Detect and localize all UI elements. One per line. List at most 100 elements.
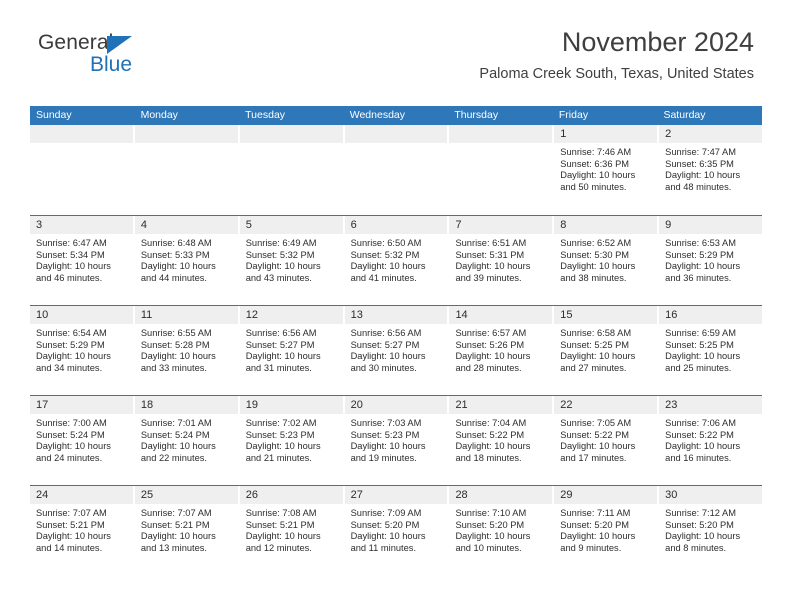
calendar-day-cell[interactable]: 16 Sunrise: 6:59 AM Sunset: 5:25 PM Dayligh… [659,306,763,395]
calendar-day-cell[interactable]: 18 Sunrise: 7:01 AM Sunset: 5:24 PM Dayligh… [134,396,240,485]
sunrise-text: Sunrise: 6:55 AM [140,328,212,338]
sunrise-text: Sunrise: 7:10 AM [455,508,527,518]
daylight-text: Daylight: 10 hours and 41 minutes. [350,261,426,283]
sunset-text: Sunset: 5:32 PM [245,249,315,260]
day-number-band: 25 [134,486,238,504]
sunrise-text: Sunrise: 7:01 AM [140,418,212,428]
calendar-day-cell[interactable]: 8 Sunrise: 6:52 AM Sunset: 5:30 PM Daylight… [554,216,660,305]
daylight-text: Daylight: 10 hours and 10 minutes. [455,531,531,553]
day-number-band: 13 [344,306,448,324]
weekday-header-monday: Monday [140,109,178,121]
sunrise-text: Sunrise: 6:56 AM [245,328,317,338]
day-number-band: 28 [449,486,553,504]
calendar-week-row: 1 Sunrise: 7:46 AM Sunset: 6:36 PM Daylight… [30,125,763,215]
calendar-day-cell[interactable]: 24 Sunrise: 7:07 AM Sunset: 5:21 PM Dayligh… [30,486,135,575]
day-number: 4 [140,219,147,231]
sunrise-text: Sunrise: 7:07 AM [36,508,107,518]
day-details: Sunrise: 7:11 AM Sunset: 5:20 PM Daylight:… [554,504,657,554]
sunset-text: Sunset: 5:29 PM [36,339,105,350]
general-blue-logo[interactable]: General Blue [38,32,158,78]
calendar-week-row: 17 Sunrise: 7:00 AM Sunset: 5:24 PM Dayligh… [30,395,763,485]
page-title: November 2024 [561,27,754,57]
sunrise-text: Sunrise: 6:50 AM [350,238,422,248]
calendar-day-cell[interactable]: 11 Sunrise: 6:55 AM Sunset: 5:28 PM Dayligh… [134,306,240,395]
day-number: 7 [455,219,462,231]
calendar-week-row: 10 Sunrise: 6:54 AM Sunset: 5:29 PM Dayligh… [30,305,763,395]
calendar-day-cell[interactable]: 15 Sunrise: 6:58 AM Sunset: 5:25 PM Dayligh… [554,306,660,395]
calendar-day-cell[interactable]: 3 Sunrise: 6:47 AM Sunset: 5:34 PM Daylight… [30,216,135,305]
calendar-day-cell[interactable]: 19 Sunrise: 7:02 AM Sunset: 5:23 PM Dayligh… [239,396,345,485]
day-details: Sunrise: 7:00 AM Sunset: 5:24 PM Daylight:… [30,414,133,464]
daylight-text: Daylight: 10 hours and 13 minutes. [140,531,216,553]
calendar-day-cell[interactable]: 20 Sunrise: 7:03 AM Sunset: 5:23 PM Dayligh… [344,396,450,485]
calendar-day-cell[interactable]: 27 Sunrise: 7:09 AM Sunset: 5:20 PM Dayligh… [344,486,450,575]
sunset-text: Sunset: 5:20 PM [455,519,525,530]
calendar-day-cell[interactable]: 14 Sunrise: 6:57 AM Sunset: 5:26 PM Dayligh… [449,306,555,395]
sunrise-text: Sunrise: 6:57 AM [455,328,527,338]
day-details: Sunrise: 7:02 AM Sunset: 5:23 PM Daylight:… [240,414,343,464]
sunset-text: Sunset: 5:25 PM [665,339,734,350]
day-number: 8 [560,219,567,231]
calendar-day-cell[interactable]: 26 Sunrise: 7:08 AM Sunset: 5:21 PM Dayligh… [239,486,345,575]
calendar-day-cell[interactable]: 6 Sunrise: 6:50 AM Sunset: 5:32 PM Daylight… [344,216,450,305]
daylight-text: Daylight: 10 hours and 30 minutes. [350,351,426,373]
weekday-header-row: Sunday Monday Tuesday Wednesday Thursday… [30,106,762,125]
day-number-band: 29 [554,486,658,504]
calendar-day-cell-empty [30,125,135,215]
calendar-day-cell[interactable]: 1 Sunrise: 7:46 AM Sunset: 6:36 PM Daylight… [554,125,660,215]
day-details: Sunrise: 7:46 AM Sunset: 6:36 PM Daylight:… [554,143,657,193]
day-number: 16 [665,309,678,321]
calendar-day-cell[interactable]: 5 Sunrise: 6:49 AM Sunset: 5:32 PM Daylight… [239,216,345,305]
calendar-day-cell[interactable]: 22 Sunrise: 7:05 AM Sunset: 5:22 PM Dayligh… [554,396,660,485]
calendar-day-cell[interactable]: 25 Sunrise: 7:07 AM Sunset: 5:21 PM Dayligh… [134,486,240,575]
sunset-text: Sunset: 6:36 PM [560,158,630,169]
calendar-day-cell[interactable]: 7 Sunrise: 6:51 AM Sunset: 5:31 PM Daylight… [449,216,555,305]
day-number: 17 [36,399,49,411]
sunrise-text: Sunrise: 6:58 AM [560,328,632,338]
calendar-day-cell[interactable]: 10 Sunrise: 6:54 AM Sunset: 5:29 PM Dayligh… [30,306,135,395]
day-number-band: 23 [659,396,763,414]
calendar-day-cell[interactable]: 12 Sunrise: 6:56 AM Sunset: 5:27 PM Dayligh… [239,306,345,395]
daylight-text: Daylight: 10 hours and 43 minutes. [245,261,321,283]
sunset-text: Sunset: 5:29 PM [665,249,734,260]
day-number: 10 [36,309,49,321]
day-number: 11 [140,309,153,321]
day-details: Sunrise: 6:49 AM Sunset: 5:32 PM Daylight:… [240,234,343,284]
calendar-day-cell[interactable]: 2 Sunrise: 7:47 AM Sunset: 6:35 PM Daylight… [659,125,763,215]
daylight-text: Daylight: 10 hours and 28 minutes. [455,351,531,373]
day-details: Sunrise: 6:53 AM Sunset: 5:29 PM Daylight:… [659,234,762,284]
day-number: 13 [350,309,363,321]
day-number: 28 [455,489,468,501]
calendar-day-cell[interactable]: 13 Sunrise: 6:56 AM Sunset: 5:27 PM Dayligh… [344,306,450,395]
calendar-day-cell[interactable]: 21 Sunrise: 7:04 AM Sunset: 5:22 PM Dayligh… [449,396,555,485]
sunset-text: Sunset: 6:35 PM [665,158,734,169]
day-number: 5 [245,219,252,231]
day-number-band: 27 [344,486,448,504]
location-subtitle: Paloma Creek South, Texas, United States [479,65,754,82]
sunrise-text: Sunrise: 6:47 AM [36,238,107,248]
day-number: 18 [140,399,154,411]
sunrise-text: Sunrise: 6:56 AM [350,328,422,338]
day-number: 22 [560,399,573,411]
calendar-day-cell[interactable]: 28 Sunrise: 7:10 AM Sunset: 5:20 PM Dayligh… [449,486,555,575]
sunset-text: Sunset: 5:28 PM [140,339,210,350]
day-number-band: 1 [554,125,658,143]
sunset-text: Sunset: 5:23 PM [350,429,420,440]
calendar-day-cell[interactable]: 29 Sunrise: 7:11 AM Sunset: 5:20 PM Dayligh… [554,486,660,575]
day-details: Sunrise: 6:51 AM Sunset: 5:31 PM Daylight:… [449,234,552,284]
calendar-day-cell[interactable]: 17 Sunrise: 7:00 AM Sunset: 5:24 PM Dayligh… [30,396,135,485]
calendar-day-cell[interactable]: 23 Sunrise: 7:06 AM Sunset: 5:22 PM Dayligh… [659,396,763,485]
day-details: Sunrise: 7:04 AM Sunset: 5:22 PM Daylight:… [449,414,552,464]
weekday-header-sunday: Sunday [36,109,72,121]
calendar-day-cell[interactable]: 30 Sunrise: 7:12 AM Sunset: 5:20 PM Dayligh… [659,486,763,575]
calendar-day-cell[interactable]: 9 Sunrise: 6:53 AM Sunset: 5:29 PM Daylight… [659,216,763,305]
day-number: 27 [350,489,363,501]
day-number-band: 17 [30,396,133,414]
day-number-band: 21 [449,396,553,414]
day-number-band: 11 [134,306,238,324]
day-details: Sunrise: 6:56 AM Sunset: 5:27 PM Daylight:… [240,324,343,374]
calendar-grid: Sunday Monday Tuesday Wednesday Thursday… [30,106,763,575]
daylight-text: Daylight: 10 hours and 19 minutes. [350,441,426,463]
calendar-day-cell[interactable]: 4 Sunrise: 6:48 AM Sunset: 5:33 PM Daylight… [134,216,240,305]
day-number: 30 [665,489,678,501]
